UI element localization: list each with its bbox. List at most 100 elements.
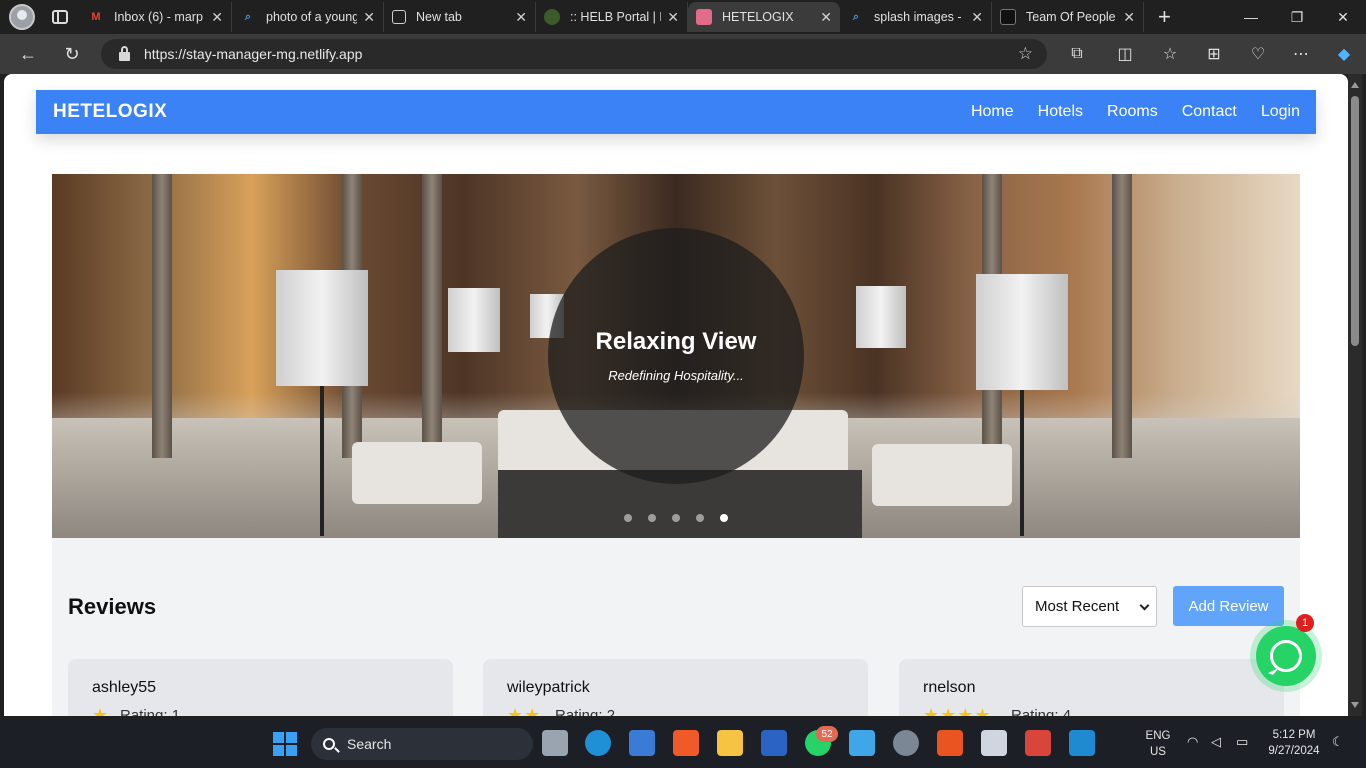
hero-title: Relaxing View (595, 328, 757, 355)
more-menu-icon[interactable]: ⋯ (1279, 34, 1323, 74)
reviews-heading: Reviews (68, 594, 157, 619)
carousel-dot-5[interactable] (720, 514, 728, 522)
browser-essentials-icon[interactable]: ♡ (1236, 34, 1280, 74)
hero-lampstand (1020, 390, 1024, 536)
vscode-icon[interactable] (1069, 730, 1095, 756)
taskbar-search[interactable]: Search (311, 728, 533, 760)
carousel-dot-3[interactable] (672, 514, 680, 522)
task-view-icon[interactable] (542, 730, 568, 756)
language-indicator[interactable]: ENG (1140, 730, 1176, 742)
browser-tab-gmail[interactable]: M Inbox (6) - marp ✕ (80, 2, 232, 32)
pdf-icon[interactable] (1025, 730, 1051, 756)
search-icon: ⌕ (244, 10, 252, 23)
nav-links: Home Hotels Rooms Contact Login (971, 103, 1300, 121)
tab-actions-icon[interactable] (52, 10, 68, 24)
windows-start-icon[interactable] (273, 732, 297, 756)
hero-caption-backdrop (548, 228, 804, 484)
clock-date[interactable]: 9/27/2024 (1262, 745, 1326, 757)
copilot-icon[interactable]: ◆ (1322, 34, 1366, 74)
extensions-icon[interactable]: ⧉ (1055, 34, 1099, 74)
review-username: rnelson (923, 679, 976, 696)
wifi-icon[interactable]: ◠ (1187, 734, 1198, 750)
region-indicator: US (1150, 746, 1166, 758)
site-navbar: HETELOGIX Home Hotels Rooms Contact Logi… (36, 90, 1316, 134)
whatsapp-chat-button[interactable]: 1 (1256, 614, 1316, 686)
reload-icon[interactable]: ↻ (52, 34, 92, 74)
browser-tab-search-photo[interactable]: ⌕ photo of a young ✕ (232, 2, 384, 32)
helb-icon (544, 9, 560, 25)
nav-hotels[interactable]: Hotels (1038, 103, 1083, 121)
hero-carousel[interactable]: Relaxing View Redefining Hospitality... (52, 174, 1300, 538)
hotel-icon (696, 9, 712, 25)
photos-icon[interactable] (849, 730, 875, 756)
unsplash-icon (1000, 9, 1016, 25)
close-tab-icon[interactable]: ✕ (820, 9, 832, 26)
volume-icon[interactable]: ◁ (1211, 734, 1221, 750)
address-bar[interactable]: https://stay-manager-mg.netlify.app ☆ (101, 39, 1047, 69)
whatsapp-taskbar-badge: 52 (816, 726, 838, 742)
brave-icon[interactable] (673, 730, 699, 756)
battery-icon[interactable]: ▭ (1236, 734, 1248, 750)
nav-rooms[interactable]: Rooms (1107, 103, 1158, 121)
browser-tab-splash[interactable]: ⌕ splash images - S ✕ (840, 2, 992, 32)
hero-lampstand (320, 386, 324, 536)
scroll-up-icon[interactable] (1351, 82, 1359, 88)
reviews-section: Reviews Most Recent Add Review ashley55 … (52, 538, 1300, 716)
ubuntu-icon[interactable] (937, 730, 963, 756)
reviews-sort-select[interactable]: Most Recent (1022, 586, 1157, 627)
collections-icon[interactable]: ⊞ (1192, 34, 1236, 74)
browser-tab-helb[interactable]: :: HELB Portal | M ✕ (536, 2, 688, 32)
star-icons: ★★ (507, 705, 542, 716)
scroll-down-icon[interactable] (1351, 702, 1359, 708)
taskbar-search-label: Search (347, 736, 392, 752)
hero-pillar (1112, 174, 1132, 458)
star-icons: ★★★★ (923, 705, 992, 716)
close-tab-icon[interactable]: ✕ (1123, 9, 1135, 26)
new-tab-icon[interactable]: + (1158, 4, 1171, 30)
site-brand[interactable]: HETELOGIX (53, 101, 167, 123)
close-window-icon[interactable]: ✕ (1320, 0, 1366, 34)
browser-tab-newtab[interactable]: New tab ✕ (384, 2, 536, 32)
add-review-button[interactable]: Add Review (1173, 586, 1284, 626)
store-icon[interactable] (629, 730, 655, 756)
minimize-icon[interactable]: — (1228, 0, 1274, 34)
file-explorer-icon[interactable] (717, 730, 743, 756)
carousel-dot-2[interactable] (648, 514, 656, 522)
edge-icon[interactable] (585, 730, 611, 756)
restore-icon[interactable]: ❐ (1274, 0, 1320, 34)
browser-tabbar: M Inbox (6) - marp ✕ ⌕ photo of a young … (0, 0, 1366, 34)
favorite-star-icon[interactable]: ☆ (1018, 44, 1033, 64)
hero-sofa (352, 442, 482, 504)
sort-select-value: Most Recent (1035, 598, 1120, 615)
nav-login[interactable]: Login (1261, 103, 1300, 121)
back-icon[interactable]: ← (8, 34, 48, 74)
nav-home[interactable]: Home (971, 103, 1014, 121)
clock-time[interactable]: 5:12 PM (1262, 729, 1326, 741)
word-icon[interactable] (761, 730, 787, 756)
page-scrollbar[interactable] (1348, 74, 1362, 716)
network-app-icon[interactable] (981, 730, 1007, 756)
settings-gear-icon[interactable] (893, 730, 919, 756)
close-tab-icon[interactable]: ✕ (211, 9, 223, 26)
close-tab-icon[interactable]: ✕ (667, 9, 679, 26)
carousel-dot-4[interactable] (696, 514, 704, 522)
browser-tab-unsplash[interactable]: Team Of People ✕ (992, 2, 1144, 32)
browser-tab-hetelogix[interactable]: HETELOGIX ✕ (688, 2, 840, 32)
carousel-indicators (624, 514, 728, 522)
gmail-icon: M (91, 11, 101, 23)
profile-avatar-icon[interactable] (9, 4, 35, 30)
carousel-dot-1[interactable] (624, 514, 632, 522)
windows-taskbar: Search ENG US ◠ ◁ ▭ 5:12 PM 9/27/2024 ☾ (0, 720, 1366, 768)
review-rating: Rating: 1 (120, 707, 181, 716)
close-tab-icon[interactable]: ✕ (363, 9, 375, 26)
review-card: ashley55 ★ Rating: 1 (68, 659, 453, 716)
hero-pillar (152, 174, 172, 458)
split-screen-icon[interactable]: ◫ (1103, 34, 1147, 74)
close-tab-icon[interactable]: ✕ (515, 9, 527, 26)
nav-contact[interactable]: Contact (1182, 103, 1237, 121)
scrollbar-thumb[interactable] (1351, 96, 1359, 346)
lock-icon (119, 45, 130, 61)
favorites-icon[interactable]: ☆ (1148, 34, 1192, 74)
notification-moon-icon[interactable]: ☾ (1332, 734, 1344, 750)
close-tab-icon[interactable]: ✕ (971, 9, 983, 26)
